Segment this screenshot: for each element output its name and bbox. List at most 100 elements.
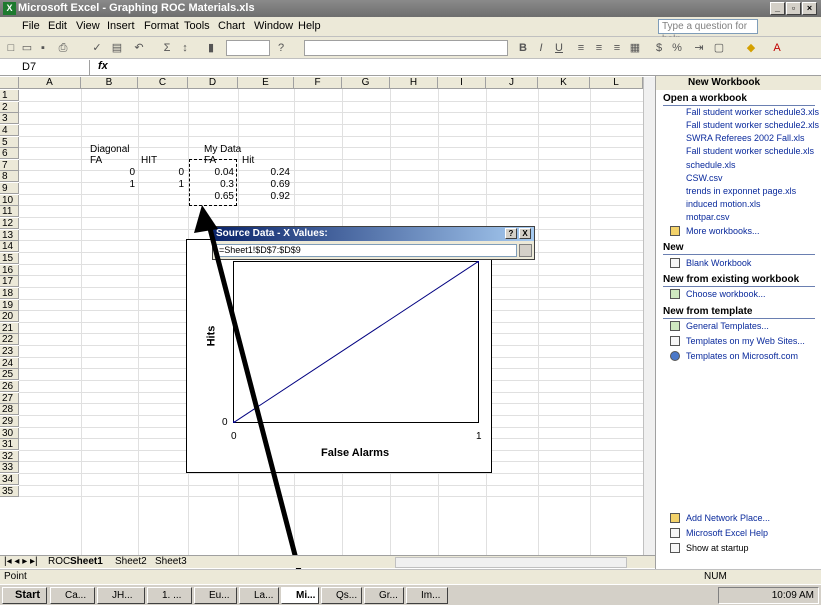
row-header[interactable]: 29: [0, 415, 19, 427]
column-header[interactable]: J: [486, 77, 538, 89]
column-header[interactable]: D: [188, 77, 238, 89]
taskbar-item[interactable]: La...: [239, 587, 279, 604]
menu-edit[interactable]: Edit: [48, 20, 67, 32]
row-header[interactable]: 12: [0, 218, 19, 230]
select-all-corner[interactable]: [0, 77, 19, 89]
recent-file-link[interactable]: induced motion.xls: [686, 199, 761, 210]
blank-workbook-link[interactable]: Blank Workbook: [686, 258, 751, 269]
row-header[interactable]: 33: [0, 462, 19, 474]
menu-tools[interactable]: Tools: [184, 20, 210, 32]
align-right-icon[interactable]: ≡: [610, 41, 624, 55]
tab-scroll-buttons[interactable]: |◂ ◂ ▸ ▸|: [4, 556, 38, 568]
column-header[interactable]: H: [390, 77, 438, 89]
fx-icon[interactable]: fx: [98, 60, 108, 72]
recent-file-link[interactable]: Fall student worker schedule3.xls: [686, 107, 819, 118]
row-header[interactable]: 1: [0, 90, 19, 101]
cell-c6[interactable]: HIT: [141, 155, 157, 166]
help-icon[interactable]: ?: [274, 41, 288, 55]
taskbar-item[interactable]: JH...: [97, 587, 145, 604]
row-header[interactable]: 15: [0, 252, 19, 264]
row-header[interactable]: 35: [0, 485, 19, 497]
undo-icon[interactable]: ↶: [132, 41, 146, 55]
taskbar-item[interactable]: Ca...: [50, 587, 95, 604]
taskbar-item-active[interactable]: Mi...: [281, 587, 319, 604]
row-header[interactable]: 10: [0, 194, 19, 206]
column-header[interactable]: K: [538, 77, 590, 89]
row-header[interactable]: 7: [0, 159, 19, 171]
row-header[interactable]: 27: [0, 392, 19, 404]
cell-e6[interactable]: Hit: [242, 155, 254, 166]
start-button[interactable]: Start: [2, 587, 47, 604]
row-header[interactable]: 9: [0, 183, 19, 195]
currency-icon[interactable]: $: [652, 41, 666, 55]
cell-b7[interactable]: 0: [81, 167, 135, 178]
row-header[interactable]: 19: [0, 299, 19, 311]
tab-sheet3[interactable]: Sheet3: [155, 556, 187, 568]
row-header[interactable]: 17: [0, 276, 19, 288]
minimize-button[interactable]: _: [770, 2, 785, 15]
excel-app-icon[interactable]: X: [3, 2, 16, 15]
open-icon[interactable]: ▭: [20, 41, 34, 55]
row-header[interactable]: 22: [0, 334, 19, 346]
menu-file[interactable]: File: [22, 20, 40, 32]
print-icon[interactable]: ⎙: [56, 41, 70, 55]
row-header[interactable]: 16: [0, 264, 19, 276]
row-header[interactable]: 25: [0, 369, 19, 381]
name-box[interactable]: D7: [0, 60, 90, 75]
row-header[interactable]: 32: [0, 450, 19, 462]
paste-icon[interactable]: ▤: [110, 41, 124, 55]
fill-color-icon[interactable]: ◆: [744, 41, 758, 55]
cell-b6[interactable]: FA: [90, 155, 102, 166]
web-templates-link[interactable]: Templates on my Web Sites...: [686, 336, 805, 347]
row-header[interactable]: 26: [0, 381, 19, 392]
cell-e8[interactable]: 0.69: [238, 179, 290, 190]
taskbar-item[interactable]: Eu...: [194, 587, 237, 604]
column-header[interactable]: A: [19, 77, 81, 89]
help-search-input[interactable]: Type a question for help: [658, 19, 758, 45]
indent-icon[interactable]: ⇥: [692, 41, 706, 55]
column-header[interactable]: I: [438, 77, 486, 89]
column-header[interactable]: C: [138, 77, 188, 89]
startup-checkbox[interactable]: [670, 543, 680, 553]
restore-button[interactable]: ▫: [786, 2, 801, 15]
row-header[interactable]: 24: [0, 357, 19, 369]
row-header[interactable]: 11: [0, 206, 19, 218]
general-templates-link[interactable]: General Templates...: [686, 321, 769, 332]
recent-file-link[interactable]: Fall student worker schedule.xls: [686, 146, 814, 157]
menu-chart[interactable]: Chart: [218, 20, 245, 32]
row-header[interactable]: 23: [0, 346, 19, 358]
menu-view[interactable]: View: [76, 20, 100, 32]
bold-icon[interactable]: B: [516, 41, 530, 55]
dialog-close-button[interactable]: X: [519, 228, 531, 239]
tab-sheet1[interactable]: Sheet1: [70, 556, 103, 568]
row-header[interactable]: 13: [0, 229, 19, 241]
cell-e9[interactable]: 0.92: [238, 191, 290, 202]
choose-workbook-link[interactable]: Choose workbook...: [686, 289, 766, 300]
recent-file-link[interactable]: SWRA Referees 2002 Fall.xls: [686, 133, 805, 144]
autosum-icon[interactable]: Σ: [160, 41, 174, 55]
column-header[interactable]: B: [81, 77, 138, 89]
row-header[interactable]: 5: [0, 136, 19, 148]
row-header[interactable]: 14: [0, 241, 19, 253]
taskbar-item[interactable]: Qs...: [321, 587, 362, 604]
row-header[interactable]: 31: [0, 439, 19, 451]
taskbar-item[interactable]: Gr...: [364, 587, 404, 604]
cell-c8[interactable]: 1: [138, 179, 184, 190]
recent-file-link[interactable]: Fall student worker schedule2.xls: [686, 120, 819, 131]
taskbar-item[interactable]: Im...: [406, 587, 448, 604]
more-workbooks-link[interactable]: More workbooks...: [686, 226, 760, 237]
taskbar-item[interactable]: 1. ...: [147, 587, 192, 604]
spelling-icon[interactable]: ✓: [90, 41, 104, 55]
row-header[interactable]: 4: [0, 124, 19, 136]
cell-b5[interactable]: Diagonal: [90, 144, 129, 155]
vertical-scrollbar[interactable]: [643, 77, 655, 555]
align-center-icon[interactable]: ≡: [592, 41, 606, 55]
add-network-place-link[interactable]: Add Network Place...: [686, 513, 770, 524]
new-icon[interactable]: □: [4, 41, 18, 55]
dialog-help-button[interactable]: ?: [505, 228, 517, 239]
recent-file-link[interactable]: schedule.xls: [686, 160, 736, 171]
cell-e7[interactable]: 0.24: [238, 167, 290, 178]
column-header[interactable]: G: [342, 77, 390, 89]
sort-icon[interactable]: ↕: [178, 41, 192, 55]
column-header[interactable]: L: [590, 77, 643, 89]
